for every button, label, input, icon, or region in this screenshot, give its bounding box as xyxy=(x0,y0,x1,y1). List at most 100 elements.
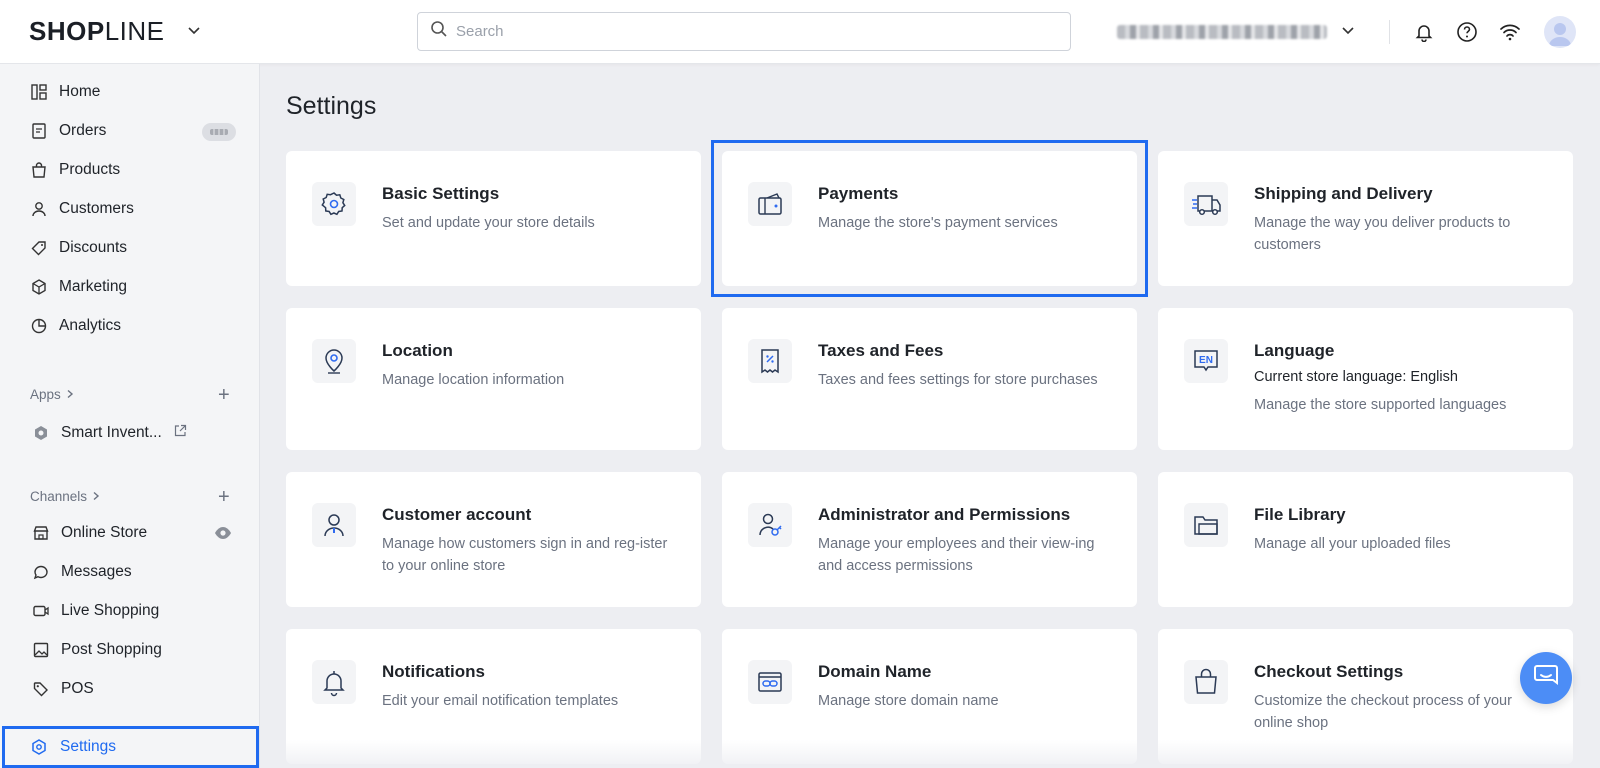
pos-tag-icon xyxy=(32,680,50,698)
shopping-bag-icon xyxy=(1184,660,1228,704)
chat-support-button[interactable] xyxy=(1520,652,1572,704)
card-location[interactable]: Location Manage location information xyxy=(286,308,701,450)
sidebar-item-messages[interactable]: Messages xyxy=(0,554,258,590)
card-title: Customer account xyxy=(382,505,532,524)
card-title: File Library xyxy=(1254,505,1346,524)
card-description: Manage the store's payment services xyxy=(818,215,1058,231)
external-link-icon[interactable] xyxy=(174,424,187,442)
sidebar-item-pos[interactable]: POS xyxy=(0,671,258,707)
store-chevron-down-icon[interactable] xyxy=(1340,22,1356,43)
card-description: Set and update your store details xyxy=(382,215,595,231)
card-title: Shipping and Delivery xyxy=(1254,184,1433,203)
card-title: Language xyxy=(1254,341,1335,360)
sidebar-item-marketing[interactable]: Marketing xyxy=(0,269,258,305)
card-title: Domain Name xyxy=(818,662,932,681)
divider xyxy=(1389,20,1390,44)
language-en-icon: EN xyxy=(1184,339,1228,383)
sidebar-item-label: Customers xyxy=(59,200,134,217)
store-name-blurred[interactable] xyxy=(1117,25,1327,39)
card-file-library[interactable]: File Library Manage all your uploaded fi… xyxy=(1158,472,1573,607)
sidebar-item-label: Live Shopping xyxy=(61,602,160,619)
sidebar-item-online-store[interactable]: Online Store xyxy=(0,515,258,551)
sidebar-item-label: Products xyxy=(59,161,121,178)
card-description: Manage store domain name xyxy=(818,693,999,709)
hexagon-icon xyxy=(32,424,50,442)
card-shipping-delivery[interactable]: Shipping and Delivery Manage the way you… xyxy=(1158,151,1573,286)
card-taxes-fees[interactable]: Taxes and Fees Taxes and fees settings f… xyxy=(722,308,1137,450)
card-description: Manage the way you deliver products to c… xyxy=(1254,215,1511,253)
top-bar: SHOP LINE xyxy=(0,0,1600,64)
shopline-logo[interactable]: SHOP LINE xyxy=(29,16,165,47)
image-icon xyxy=(32,641,50,659)
card-description: Manage all your uploaded files xyxy=(1254,536,1451,552)
sidebar-item-live-shopping[interactable]: Live Shopping xyxy=(0,593,258,629)
chevron-right-icon xyxy=(91,489,101,504)
sidebar-item-label: Post Shopping xyxy=(61,641,162,658)
card-description: Taxes and fees settings for store purcha… xyxy=(818,372,1098,388)
card-description: Manage location information xyxy=(382,372,565,388)
card-checkout-settings[interactable]: Checkout Settings Customize the checkout… xyxy=(1158,629,1573,764)
wallet-icon xyxy=(748,182,792,226)
chat-bubble-icon xyxy=(1533,663,1559,694)
card-title: Taxes and Fees xyxy=(818,341,944,360)
admin-key-icon xyxy=(748,503,792,547)
sidebar-item-label: Orders xyxy=(59,122,107,139)
sidebar-item-label: Marketing xyxy=(59,278,128,295)
sidebar-item-customers[interactable]: Customers xyxy=(0,191,258,227)
sidebar-item-settings[interactable]: Settings xyxy=(2,726,259,768)
card-title: Payments xyxy=(818,184,899,203)
card-description: Manage how customers sign in and reg-ist… xyxy=(382,536,668,574)
channels-section-header[interactable]: Channels xyxy=(30,489,101,504)
card-language[interactable]: EN Language Current store language: Engl… xyxy=(1158,308,1573,450)
bell-icon[interactable] xyxy=(1410,18,1438,46)
card-description: Manage the store supported languages xyxy=(1254,397,1507,413)
truck-icon xyxy=(1184,182,1228,226)
sidebar-item-post-shopping[interactable]: Post Shopping xyxy=(0,632,258,668)
sidebar-item-discounts[interactable]: Discounts xyxy=(0,230,258,266)
sidebar-item-label: POS xyxy=(61,680,94,697)
receipt-icon xyxy=(748,339,792,383)
card-notifications[interactable]: Notifications Edit your email notificati… xyxy=(286,629,701,764)
search-bar[interactable] xyxy=(417,12,1071,51)
card-title: Notifications xyxy=(382,662,485,681)
chat-icon xyxy=(32,563,50,581)
card-description: Manage your employees and their view-ing… xyxy=(818,536,1095,574)
svg-text:EN: EN xyxy=(1199,355,1213,366)
sidebar-item-label: Online Store xyxy=(61,524,148,541)
bag-icon xyxy=(30,161,48,179)
eye-icon[interactable] xyxy=(214,526,232,545)
page-title: Settings xyxy=(286,92,377,120)
card-payments[interactable]: Payments Manage the store's payment serv… xyxy=(722,151,1137,286)
card-customer-account[interactable]: Customer account Manage how customers si… xyxy=(286,472,701,607)
apps-section-header[interactable]: Apps xyxy=(30,387,75,402)
card-domain-name[interactable]: Domain Name Manage store domain name xyxy=(722,629,1137,764)
sidebar-item-smart-inventory[interactable]: Smart Invent... xyxy=(0,415,258,451)
chevron-right-icon xyxy=(65,387,75,402)
help-icon[interactable] xyxy=(1453,18,1481,46)
tag-icon xyxy=(30,239,48,257)
add-channel-button[interactable]: + xyxy=(218,487,230,507)
sidebar-item-home[interactable]: Home xyxy=(0,74,258,110)
person-icon xyxy=(30,200,48,218)
orders-count-badge xyxy=(202,123,236,141)
sidebar-item-products[interactable]: Products xyxy=(0,152,258,188)
dashboard-icon xyxy=(30,83,48,101)
sidebar-item-orders[interactable]: Orders xyxy=(0,113,258,149)
search-input[interactable] xyxy=(456,23,1056,40)
current-language: Current store language: English xyxy=(1254,369,1458,385)
search-icon xyxy=(430,20,448,43)
gear-icon xyxy=(312,182,356,226)
avatar[interactable] xyxy=(1544,16,1576,48)
card-basic-settings[interactable]: Basic Settings Set and update your store… xyxy=(286,151,701,286)
card-description: Edit your email notification templates xyxy=(382,693,619,709)
bell-icon xyxy=(312,660,356,704)
wifi-icon[interactable] xyxy=(1496,18,1524,46)
location-pin-icon xyxy=(312,339,356,383)
add-app-button[interactable]: + xyxy=(218,385,230,405)
sidebar-item-analytics[interactable]: Analytics xyxy=(0,308,258,344)
sidebar-item-label: Settings xyxy=(60,738,117,755)
card-title: Basic Settings xyxy=(382,184,500,203)
folder-icon xyxy=(1184,503,1228,547)
card-administrator-permissions[interactable]: Administrator and Permissions Manage you… xyxy=(722,472,1137,607)
chevron-down-icon[interactable] xyxy=(186,22,202,43)
